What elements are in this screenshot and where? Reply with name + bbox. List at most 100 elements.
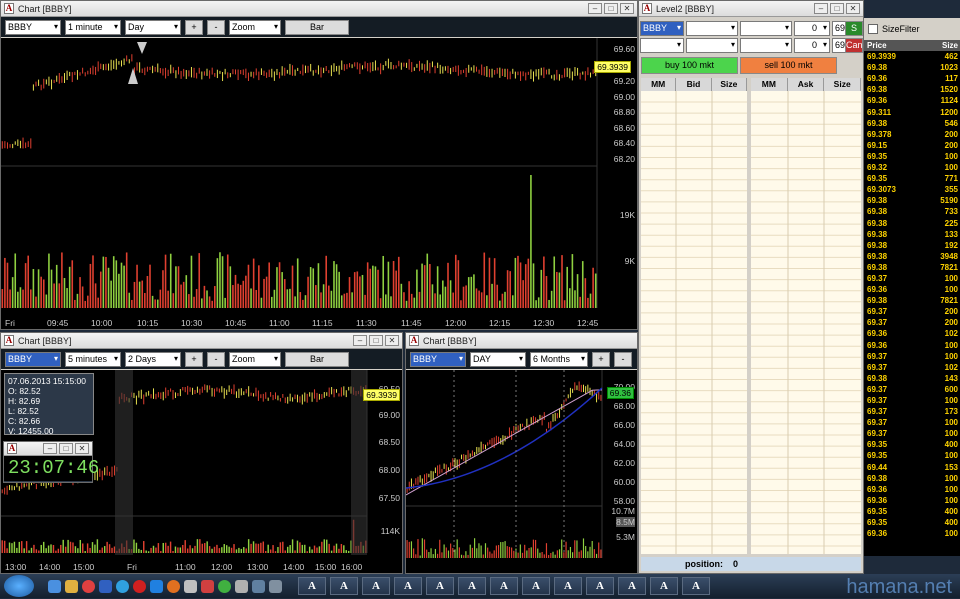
taskbar-app-button[interactable]: A bbox=[682, 577, 710, 595]
app-icon[interactable] bbox=[184, 579, 197, 593]
ts-price: 69.37 bbox=[867, 351, 888, 361]
close-button[interactable]: ✕ bbox=[75, 443, 89, 454]
interval-select[interactable]: 1 minute bbox=[65, 19, 121, 35]
ts-price: 69.3939 bbox=[867, 52, 896, 62]
volume-bar bbox=[343, 293, 346, 308]
close-button[interactable]: ✕ bbox=[846, 3, 860, 14]
sell-market-button[interactable]: sell 100 mkt bbox=[740, 57, 837, 74]
col-size: Size bbox=[824, 78, 862, 91]
clock-titlebar[interactable]: A – □ ✕ bbox=[4, 442, 92, 456]
zoom-in-button[interactable]: + bbox=[185, 19, 203, 35]
explorer-icon[interactable] bbox=[48, 579, 61, 593]
taskbar-app-button[interactable]: A bbox=[458, 577, 486, 595]
opera-icon[interactable] bbox=[133, 579, 146, 593]
account-select[interactable] bbox=[640, 38, 684, 53]
chart-type-button[interactable]: Bar bbox=[285, 351, 349, 367]
close-button[interactable]: ✕ bbox=[620, 3, 634, 14]
chart2-titlebar[interactable]: A Chart [BBBY] – □ ✕ bbox=[1, 333, 402, 349]
volume-bar bbox=[111, 547, 113, 553]
volume-bar bbox=[416, 269, 418, 308]
qty-input-2[interactable]: 0 bbox=[794, 38, 830, 53]
chrome-icon[interactable] bbox=[82, 579, 95, 593]
chart3-plot[interactable]: 70.00 68.00 66.00 64.00 62.00 60.00 58.0… bbox=[406, 370, 637, 573]
zoom-in-button[interactable]: + bbox=[592, 351, 610, 367]
taskbar-app-button[interactable]: A bbox=[330, 577, 358, 595]
volume-bar bbox=[410, 293, 413, 308]
symbol-select[interactable]: BBBY bbox=[5, 19, 61, 35]
ts-size: 1023 bbox=[940, 63, 958, 73]
taskbar-app-button[interactable]: A bbox=[490, 577, 518, 595]
folder-icon[interactable] bbox=[65, 579, 78, 593]
range-select[interactable]: Day bbox=[125, 19, 181, 35]
volume-bar bbox=[462, 286, 465, 308]
range-select[interactable]: 6 Months bbox=[530, 351, 588, 367]
level2-titlebar[interactable]: A Level2 [BBBY] – □ ✕ bbox=[639, 1, 863, 17]
firefox-icon[interactable] bbox=[167, 579, 180, 593]
taskbar-app-button[interactable]: A bbox=[522, 577, 550, 595]
zoom-out-button[interactable]: - bbox=[207, 351, 225, 367]
volume-bar bbox=[320, 292, 322, 308]
minimize-button[interactable]: – bbox=[588, 3, 602, 14]
tif-select[interactable] bbox=[740, 38, 792, 53]
app-icon[interactable] bbox=[269, 579, 282, 593]
qty-input-1[interactable]: 0 bbox=[794, 21, 830, 36]
taskbar-app-button[interactable]: A bbox=[650, 577, 678, 595]
taskbar-app-button[interactable]: A bbox=[394, 577, 422, 595]
zoom-select[interactable]: Zoom bbox=[229, 19, 281, 35]
taskbar-app-button[interactable]: A bbox=[586, 577, 614, 595]
sizefilter-checkbox[interactable] bbox=[868, 24, 878, 34]
bid-table[interactable]: MM Bid Size bbox=[641, 78, 747, 554]
taskbar-app-button[interactable]: A bbox=[554, 577, 582, 595]
range-select[interactable]: 2 Days bbox=[125, 351, 181, 367]
zoom-select[interactable]: Zoom bbox=[229, 351, 281, 367]
volume-bar bbox=[169, 541, 172, 553]
ts-list[interactable]: Price Size 69.3939 462 69.38 1023 69.36 117 69.… bbox=[864, 40, 960, 556]
maximize-button[interactable]: □ bbox=[59, 443, 73, 454]
type-select[interactable] bbox=[740, 21, 792, 36]
chart1-plot[interactable]: 69.60 69.20 69.00 68.80 68.60 68.40 68.2… bbox=[1, 38, 637, 329]
minimize-button[interactable]: – bbox=[43, 443, 57, 454]
maximize-button[interactable]: □ bbox=[369, 335, 383, 346]
gmail-icon[interactable] bbox=[201, 579, 214, 593]
taskbar-app-button[interactable]: A bbox=[298, 577, 326, 595]
ts-price: 69.36 bbox=[867, 285, 888, 295]
taskbar-app-button[interactable]: A bbox=[618, 577, 646, 595]
interval-select[interactable]: DAY bbox=[470, 351, 526, 367]
chart-type-button[interactable]: Bar bbox=[285, 19, 349, 35]
maximize-button[interactable]: □ bbox=[604, 3, 618, 14]
zoom-out-button[interactable]: - bbox=[614, 351, 632, 367]
zoom-out-button[interactable]: - bbox=[207, 19, 225, 35]
close-button[interactable]: ✕ bbox=[385, 335, 399, 346]
volume-bar bbox=[38, 550, 40, 553]
ie-icon[interactable] bbox=[150, 579, 163, 593]
symbol-select[interactable]: BBBY bbox=[410, 351, 466, 367]
s-button[interactable]: S bbox=[845, 21, 863, 36]
ts-row: 69.38 100 bbox=[864, 473, 960, 484]
volume-bar bbox=[545, 276, 548, 308]
buy-market-button[interactable]: buy 100 mkt bbox=[641, 57, 738, 74]
ask-table[interactable]: MM Ask Size bbox=[751, 78, 862, 554]
start-button[interactable] bbox=[4, 575, 34, 597]
maximize-button[interactable]: □ bbox=[830, 3, 844, 14]
volume-bar bbox=[340, 543, 343, 553]
app-icon[interactable] bbox=[252, 579, 265, 593]
symbol-select[interactable]: BBBY bbox=[5, 351, 61, 367]
minimize-button[interactable]: – bbox=[353, 335, 367, 346]
symbol-select[interactable]: BBBY bbox=[640, 21, 684, 36]
zoom-in-button[interactable]: + bbox=[185, 351, 203, 367]
minimize-button[interactable]: – bbox=[814, 3, 828, 14]
taskbar-app-button[interactable]: A bbox=[362, 577, 390, 595]
chart3-titlebar[interactable]: A Chart [BBBY] bbox=[406, 333, 637, 349]
skype-icon[interactable] bbox=[116, 579, 129, 593]
interval-select[interactable]: 5 minutes bbox=[65, 351, 121, 367]
chart1-titlebar[interactable]: A Chart [BBBY] – □ ✕ bbox=[1, 1, 637, 17]
app-icon[interactable] bbox=[235, 579, 248, 593]
volume-bar bbox=[105, 256, 107, 308]
taskbar-app-button[interactable]: A bbox=[426, 577, 454, 595]
route-select[interactable] bbox=[686, 21, 738, 36]
chat-icon[interactable] bbox=[218, 579, 231, 593]
search-icon[interactable] bbox=[99, 579, 112, 593]
cancel-button[interactable]: Can bbox=[845, 38, 863, 53]
route-select-2[interactable] bbox=[686, 38, 738, 53]
volume-bar bbox=[313, 545, 316, 553]
